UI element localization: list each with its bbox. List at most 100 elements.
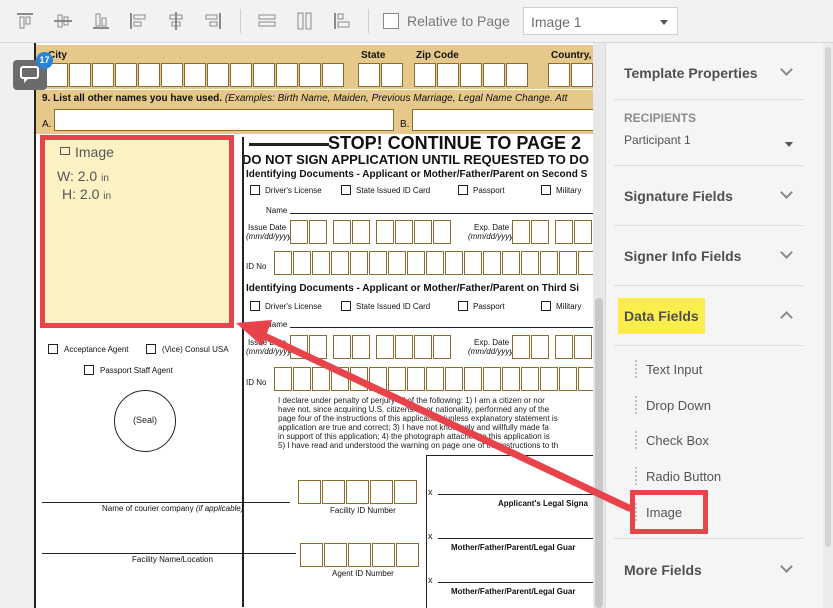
passport-label: Passport xyxy=(473,186,505,195)
other-names-question: 9. List all other names you have used. (… xyxy=(42,93,568,104)
drivers-license-checkbox[interactable] xyxy=(250,185,260,195)
drivers-license-label-2: Driver's License xyxy=(265,302,322,311)
declaration-text: I declare under penalty of perjury all o… xyxy=(278,396,559,450)
panel-scrollbar-thumb[interactable] xyxy=(825,47,831,547)
issue-date-boxes-2[interactable] xyxy=(290,335,452,359)
image-field-title: Image xyxy=(75,144,114,160)
drop-down-item[interactable]: Drop Down xyxy=(646,398,711,413)
distribute-vertical-icon[interactable] xyxy=(295,11,315,31)
exp-date-boxes-2[interactable] xyxy=(512,335,593,359)
match-size-icon[interactable] xyxy=(332,11,352,31)
passport-checkbox[interactable] xyxy=(458,185,468,195)
image-field[interactable]: Image W: 2.0 in H: 2.0 in xyxy=(40,135,234,328)
seal-circle: (Seal) xyxy=(114,390,176,452)
id-no-boxes-2[interactable] xyxy=(274,367,597,391)
state-id-checkbox[interactable] xyxy=(341,185,351,195)
other-names-a-field[interactable] xyxy=(54,109,394,131)
radio-button-item[interactable]: Radio Button xyxy=(646,469,721,484)
chevron-down-icon[interactable] xyxy=(780,186,793,199)
check-box-item[interactable]: Check Box xyxy=(646,433,709,448)
comments-button[interactable]: 17 xyxy=(13,52,53,90)
document-scrollbar-thumb[interactable] xyxy=(595,298,603,608)
state-id-checkbox-2[interactable] xyxy=(341,301,351,311)
parent-sig-label-2: Mother/Father/Parent/Legal Guar xyxy=(451,587,576,596)
image-select[interactable]: Image 1 xyxy=(523,7,678,35)
acceptance-agent-label: Acceptance Agent xyxy=(64,345,129,354)
chevron-down-icon[interactable] xyxy=(780,246,793,259)
relative-to-page-checkbox[interactable] xyxy=(383,13,399,29)
exp-date-boxes[interactable] xyxy=(512,220,593,244)
id-no-label: ID No xyxy=(246,262,267,271)
align-left-icon[interactable] xyxy=(128,11,148,31)
id-docs-second-title: Identifying Documents - Applicant or Mot… xyxy=(246,169,588,180)
template-properties-title[interactable]: Template Properties xyxy=(624,65,758,81)
align-bottom-icon[interactable] xyxy=(91,11,111,31)
facility-id-boxes[interactable] xyxy=(298,480,418,504)
signer-info-fields-title[interactable]: Signer Info Fields xyxy=(624,248,741,264)
distribute-horizontal-icon[interactable] xyxy=(257,11,277,31)
parent-sig-line-2[interactable] xyxy=(438,582,603,583)
passport-checkbox-2[interactable] xyxy=(458,301,468,311)
panel-scrollbar[interactable] xyxy=(823,43,833,608)
exp-date-format: (mm/dd/yyyy) xyxy=(468,232,516,241)
state-id-label: State Issued ID Card xyxy=(356,186,431,195)
issue-date-label: Issue Date xyxy=(248,223,287,232)
state-boxes[interactable] xyxy=(358,63,404,87)
applicant-sig-line[interactable] xyxy=(438,494,603,495)
vice-consul-label: (Vice) Consul USA xyxy=(162,345,229,354)
align-right-icon[interactable] xyxy=(203,11,223,31)
align-top-icon[interactable] xyxy=(15,11,35,31)
signature-fields-title[interactable]: Signature Fields xyxy=(624,188,733,204)
align-middle-icon[interactable] xyxy=(53,11,73,31)
state-id-label-2: State Issued ID Card xyxy=(356,302,431,311)
form-divider xyxy=(242,137,244,607)
zip-boxes[interactable] xyxy=(414,63,529,87)
recipients-label: RECIPIENTS xyxy=(624,111,697,125)
align-center-icon[interactable] xyxy=(166,11,186,31)
country-label: Country, xyxy=(551,50,592,61)
military-checkbox-2[interactable] xyxy=(541,301,551,311)
city-boxes[interactable] xyxy=(46,63,345,87)
image-select-value: Image 1 xyxy=(531,14,582,30)
drag-handle xyxy=(635,467,637,485)
other-names-b-field[interactable] xyxy=(412,109,603,131)
facility-name-line[interactable] xyxy=(42,553,296,554)
name-line[interactable] xyxy=(290,213,603,214)
drag-handle xyxy=(635,431,637,449)
military-label: Military xyxy=(556,186,582,195)
recipient-caret-icon[interactable] xyxy=(785,142,793,147)
parent-sig-line[interactable] xyxy=(438,538,603,539)
parent-sig-label: Mother/Father/Parent/Legal Guar xyxy=(451,543,576,552)
military-checkbox[interactable] xyxy=(541,185,551,195)
acceptance-agent-checkbox[interactable] xyxy=(48,344,58,354)
comments-count: 17 xyxy=(36,52,53,69)
drivers-license-label: Driver's License xyxy=(265,186,322,195)
issue-date-boxes[interactable] xyxy=(290,220,452,244)
sig-x-mark-2: x xyxy=(428,531,433,541)
recipient-select[interactable]: Participant 1 xyxy=(624,133,691,147)
name-label: Name xyxy=(266,206,288,215)
document-scrollbar[interactable] xyxy=(593,43,605,608)
vice-consul-checkbox[interactable] xyxy=(146,344,156,354)
separator xyxy=(614,99,804,100)
chevron-down-icon[interactable] xyxy=(780,63,793,76)
chevron-up-icon[interactable] xyxy=(780,311,793,324)
issue-date-label-2: Issue Date xyxy=(248,338,287,347)
dropdown-caret-icon xyxy=(660,20,668,25)
name-line-2[interactable] xyxy=(290,327,603,328)
image-height: H: 2.0 in xyxy=(62,186,112,202)
drivers-license-checkbox-2[interactable] xyxy=(250,301,260,311)
agent-id-boxes[interactable] xyxy=(300,543,420,567)
more-fields-title[interactable]: More Fields xyxy=(624,562,702,578)
stop-title: STOP! CONTINUE TO PAGE 2 xyxy=(328,133,582,153)
text-input-item[interactable]: Text Input xyxy=(646,362,702,377)
relative-to-page-label: Relative to Page xyxy=(407,13,510,29)
id-no-boxes[interactable] xyxy=(274,251,597,275)
courier-line[interactable] xyxy=(42,502,290,503)
agent-id-label: Agent ID Number xyxy=(332,569,394,578)
data-fields-title[interactable]: Data Fields xyxy=(624,308,699,324)
chevron-down-icon[interactable] xyxy=(780,560,793,573)
country-boxes[interactable] xyxy=(548,63,594,87)
passport-staff-checkbox[interactable] xyxy=(84,365,94,375)
image-width: W: 2.0 in xyxy=(57,168,109,184)
